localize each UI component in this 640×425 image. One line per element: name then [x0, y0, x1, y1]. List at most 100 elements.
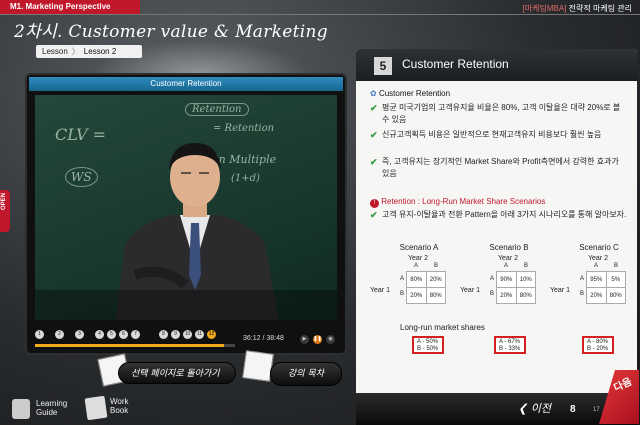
col-headers: AB — [406, 263, 446, 269]
col-headers: AB — [496, 263, 536, 269]
matrix-cell: 20% — [406, 287, 427, 304]
chapter-marker[interactable]: 11 — [195, 330, 204, 339]
check-icon: ✔ — [370, 103, 378, 113]
work-book-link[interactable]: Work Book — [110, 397, 129, 415]
learning-guide-icon[interactable] — [12, 399, 30, 419]
work-book-line2: Book — [110, 406, 129, 415]
module-tag: M1. Marketing Perspective — [0, 0, 140, 14]
chapter-marker[interactable]: 5 — [107, 330, 116, 339]
video-frame[interactable]: Retention = Retention CLV = Margin Multi… — [35, 95, 337, 320]
share-b: B - 50% — [417, 346, 439, 352]
prev-button[interactable]: ❮ 이전 — [518, 400, 551, 416]
matrix-cell: 20% — [425, 271, 446, 288]
chapter-marker[interactable]: 6 — [119, 330, 128, 339]
learning-guide-line2: Guide — [36, 408, 58, 417]
time-display: 36:12 / 38:48 — [243, 335, 284, 342]
open-side-tab[interactable]: OPEN — [0, 190, 10, 232]
breadcrumb-lesson[interactable]: Lesson — [42, 47, 68, 56]
year2-label: Year 2 — [498, 255, 518, 262]
matrix-cell: 10% — [515, 271, 536, 288]
chapter-marker[interactable]: 12 — [207, 330, 216, 339]
breadcrumb-current: Lesson 2 — [83, 47, 117, 56]
notes-icon[interactable] — [242, 350, 274, 382]
slide-header: 5 Customer Retention — [356, 49, 637, 81]
year2-label: Year 2 — [588, 255, 608, 262]
col-a: A — [503, 263, 508, 269]
bullet-text: 평균 미국기업의 고객유지율 비율은 80%, 고객 이탈율은 대략 20%로 … — [382, 103, 621, 124]
brand-suffix: 전략적 마케팅 관리 — [568, 4, 632, 13]
year1-label: Year 1 — [550, 287, 570, 294]
video-title: Customer Retention — [29, 77, 343, 91]
row-a: A — [490, 276, 495, 282]
share-a: A - 67% — [499, 339, 521, 345]
progress-track[interactable] — [35, 344, 235, 347]
col-b: B — [433, 263, 438, 269]
chapter-marker[interactable]: 1 — [35, 330, 44, 339]
lecture-notes-button[interactable]: 강의 목차 — [270, 362, 342, 386]
matrix-cell: 80% — [425, 287, 446, 304]
bullet-text: 즉, 고객유지는 장기적인 Market Share와 Profit측면에서 강… — [382, 157, 619, 178]
check-icon: ✔ — [370, 130, 378, 140]
row-b: B — [580, 291, 585, 297]
transition-matrix: 90% 10% 20% 80% — [496, 271, 536, 304]
col-a: A — [593, 263, 598, 269]
breadcrumb: Lesson 〉 Lesson 2 — [36, 45, 142, 58]
page-current: 8 — [570, 404, 576, 415]
chapter-marker[interactable]: 4 — [95, 330, 104, 339]
slide-title: Customer Retention — [402, 57, 509, 71]
first-page-button[interactable]: 선택 페이지로 돌아가기 — [118, 362, 236, 384]
matrix-cell: 90% — [496, 271, 517, 288]
alert-icon: ! — [370, 199, 379, 208]
section-customer-retention: ✿ Customer Retention — [370, 89, 450, 98]
list-item: ✔ 신규고객획득 비용은 일반적으로 현재고객유지 비용보다 훨씬 높음 — [370, 129, 628, 141]
scenario-1: Scenario B Year 2 A B Year 1 A B 90% 10% 20% 80% — [460, 243, 540, 315]
chapter-marker[interactable]: 7 — [131, 330, 140, 339]
page-total: 17 — [593, 407, 600, 413]
volume-icon[interactable]: ◉ — [326, 335, 335, 344]
chalk-word: WS — [65, 167, 98, 187]
list-item: ✔ 고객 유지-이탈율과 전환 Pattern을 아래 3가지 시나리오를 통해… — [370, 209, 628, 221]
long-run-share-box: A - 80% B - 20% — [582, 336, 614, 354]
work-book-icon[interactable] — [84, 395, 108, 421]
section-long-run: ! Retention : Long-Run Market Share Scen… — [370, 197, 545, 208]
row-a: A — [580, 276, 585, 282]
transition-matrix: 95% 5% 20% 80% — [586, 271, 626, 304]
slide-number: 5 — [374, 57, 392, 75]
bottom-nav: Learning Guide Work Book — [0, 395, 170, 425]
long-run-share-box: A - 50% B - 50% — [412, 336, 444, 354]
chapter-marker[interactable]: 2 — [55, 330, 64, 339]
chapter-marker[interactable]: 3 — [75, 330, 84, 339]
bullet-text: 고객 유지-이탈율과 전환 Pattern을 아래 3가지 시나리오를 통해 알… — [382, 210, 627, 219]
header-divider — [0, 14, 640, 15]
course-title: 2차시. Customer value & Marketing — [14, 22, 328, 42]
year1-label: Year 1 — [370, 287, 390, 294]
row-a: A — [400, 276, 405, 282]
player-controls: 1 2 3 4 5 6 7 8 9 10 11 12 36:12 / 38:48 ▶ ❚❚ ◉ — [35, 325, 337, 349]
section-title: Retention : Long-Run Market Share Scenar… — [381, 197, 546, 206]
matrix-cell: 20% — [586, 287, 607, 304]
next-label: 다음 — [612, 376, 634, 395]
row-b: B — [400, 291, 405, 297]
slide-panel: 5 Customer Retention ✿ Customer Retentio… — [356, 49, 637, 414]
learning-guide-link[interactable]: Learning Guide — [36, 399, 67, 417]
pause-icon[interactable]: ❚❚ — [313, 335, 322, 344]
matrix-cell: 80% — [515, 287, 536, 304]
row-b: B — [490, 291, 495, 297]
play-icon[interactable]: ▶ — [300, 335, 309, 344]
matrix-cell: 20% — [496, 287, 517, 304]
breadcrumb-separator: 〉 — [71, 47, 80, 56]
chapter-marker[interactable]: 8 — [159, 330, 168, 339]
scenario-name: Scenario B — [489, 243, 529, 252]
brand-title: [마케팅MBA] 전략적 마케팅 관리 — [523, 3, 632, 14]
video-player: Customer Retention Retention = Retention… — [25, 73, 347, 355]
chapter-marker[interactable]: 9 — [171, 330, 180, 339]
matrix-cell: 80% — [605, 287, 626, 304]
scenario-name: Scenario A — [399, 243, 439, 252]
transition-matrix: 80% 20% 20% 80% — [406, 271, 446, 304]
chapter-marker[interactable]: 10 — [183, 330, 192, 339]
list-item: ✔ 즉, 고객유지는 장기적인 Market Share와 Profit측면에서… — [370, 156, 628, 180]
share-a: A - 50% — [417, 339, 439, 345]
brand-prefix: [마케팅MBA] — [522, 4, 567, 13]
prev-label: 이전 — [530, 402, 551, 415]
progress-fill — [35, 344, 225, 347]
